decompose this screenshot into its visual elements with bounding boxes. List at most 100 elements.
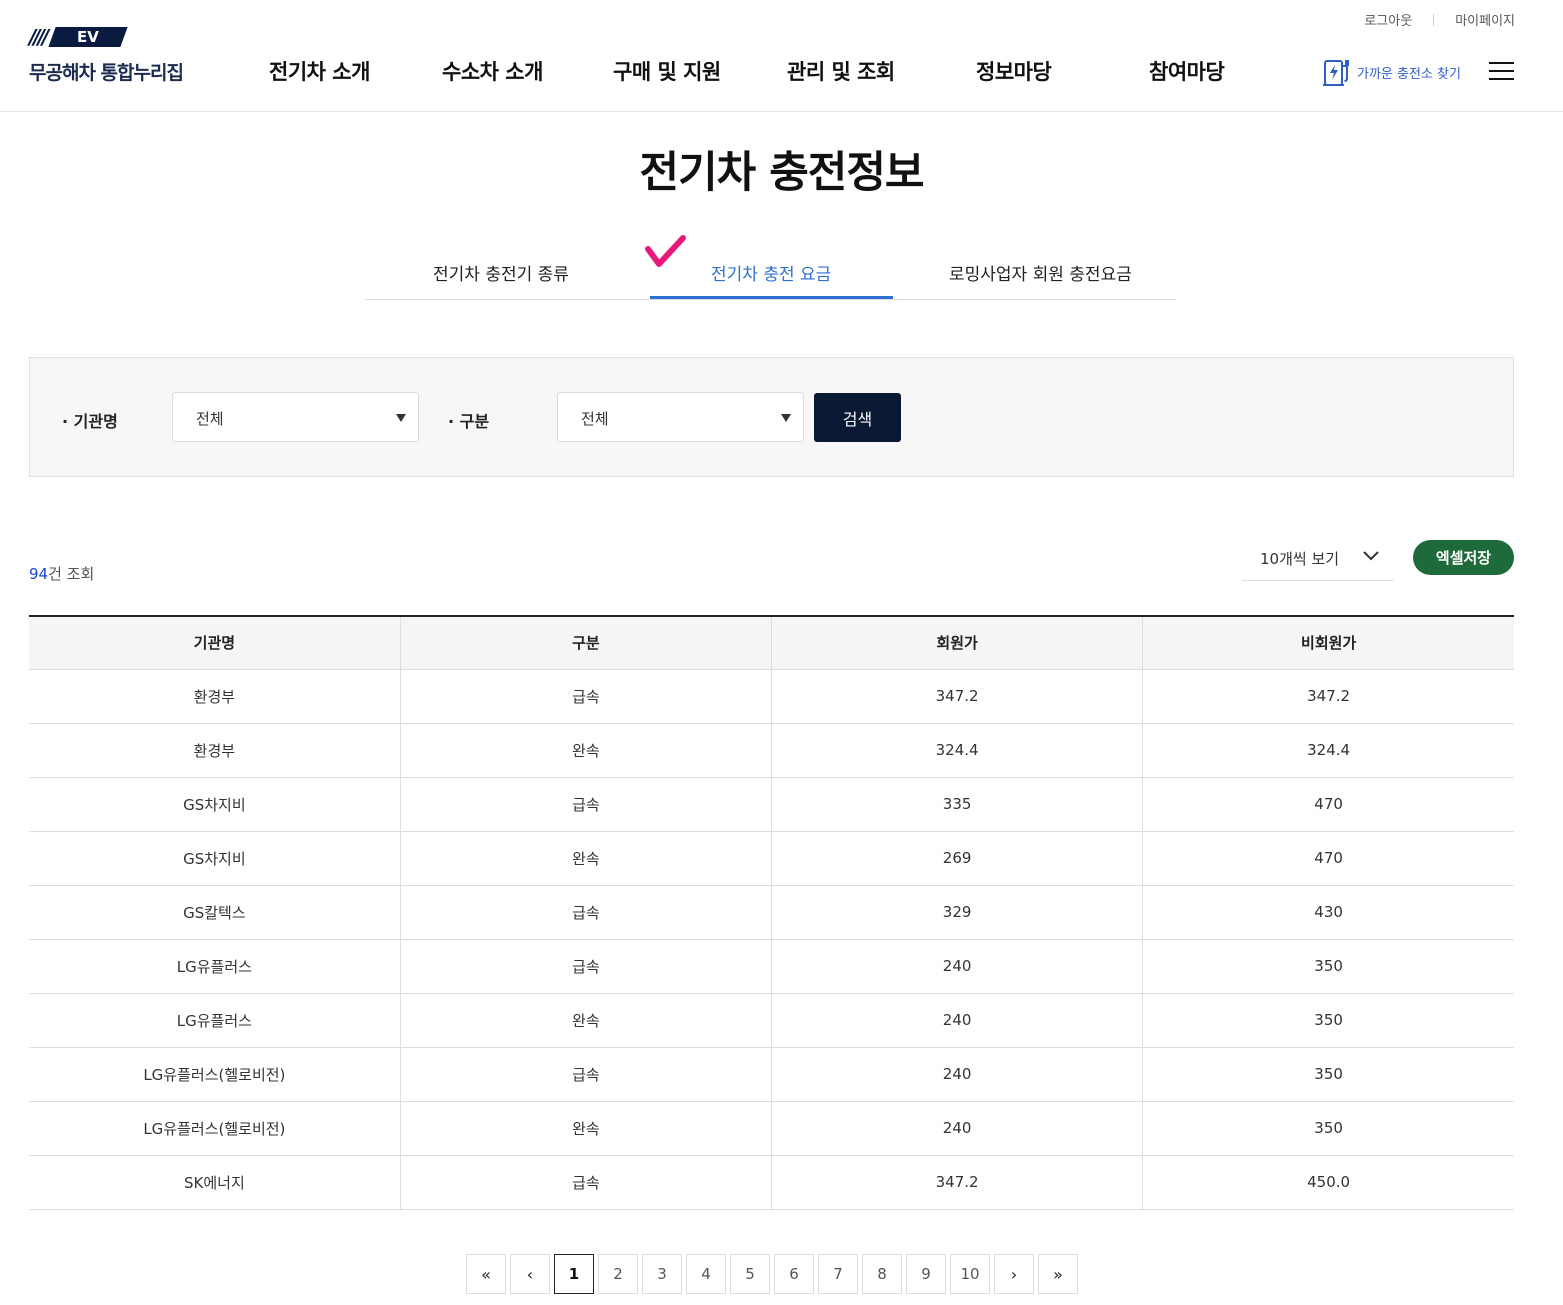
cell-org: GS차지비 — [29, 831, 401, 886]
page-button-8[interactable]: 8 — [862, 1254, 902, 1294]
mypage-link[interactable]: 마이페이지 — [1455, 10, 1515, 29]
chevron-down-icon — [1363, 551, 1379, 561]
active-tab-indicator — [650, 296, 893, 299]
nav-purchase-support[interactable]: 구매 및 지원 — [613, 56, 721, 86]
cell-type: 완속 — [400, 831, 773, 886]
tab-roaming-fees[interactable]: 로밍사업자 회원 충전요금 — [949, 260, 1132, 285]
cell-org: LG유플러스 — [29, 939, 401, 994]
logout-link[interactable]: 로그아웃 — [1364, 10, 1412, 29]
type-select[interactable]: 전체 — [557, 392, 804, 442]
table-row: LG유플러스 완속 240 350 — [29, 993, 1514, 1048]
tab-bar: 전기차 충전기 종류 전기차 충전 요금 로밍사업자 회원 충전요금 — [365, 250, 1176, 300]
search-button[interactable]: 검색 — [814, 393, 901, 442]
table-row: SK에너지 급속 347.2 450.0 — [29, 1155, 1514, 1210]
cell-org: GS칼텍스 — [29, 885, 401, 940]
nav-manage-search[interactable]: 관리 및 조회 — [787, 56, 895, 86]
org-label: · 기관명 — [62, 412, 118, 431]
cell-nonmember-price: 350 — [1142, 1101, 1514, 1156]
cell-org: GS차지비 — [29, 777, 401, 832]
page-button-3[interactable]: 3 — [642, 1254, 682, 1294]
cell-nonmember-price: 350 — [1142, 939, 1514, 994]
fee-table: 기관명 구분 회원가 비회원가 환경부 급속 347.2 347.2 환경부 완… — [29, 615, 1514, 1210]
result-count-suffix: 건 조회 — [48, 565, 95, 583]
page-button-1[interactable]: 1 — [554, 1254, 594, 1294]
tab-charger-types[interactable]: 전기차 충전기 종류 — [433, 260, 569, 285]
dropdown-arrow-icon — [396, 414, 406, 422]
cell-member-price: 240 — [771, 939, 1144, 994]
nav-info[interactable]: 정보마당 — [976, 56, 1052, 86]
pagination: « ‹ 1 2 3 4 5 6 7 8 9 10 › » — [466, 1254, 1082, 1294]
result-count-number: 94 — [29, 565, 49, 583]
table-header-row: 기관명 구분 회원가 비회원가 — [29, 616, 1514, 670]
cell-member-price: 329 — [771, 885, 1144, 940]
cell-member-price: 240 — [771, 993, 1144, 1048]
table-row: LG유플러스(헬로비전) 급속 240 350 — [29, 1047, 1514, 1102]
cell-type: 완속 — [400, 1101, 773, 1156]
divider — [1433, 13, 1435, 26]
cell-org: LG유플러스(헬로비전) — [29, 1047, 401, 1102]
cell-type: 완속 — [400, 993, 773, 1048]
cell-member-price: 324.4 — [771, 723, 1144, 778]
page-button-2[interactable]: 2 — [598, 1254, 638, 1294]
menu-icon[interactable] — [1489, 62, 1514, 80]
cell-member-price: 347.2 — [771, 1155, 1144, 1210]
excel-download-button[interactable]: 엑셀저장 — [1413, 540, 1514, 575]
cell-type: 급속 — [400, 1047, 773, 1102]
col-header-nonmember-price: 비회원가 — [1142, 616, 1514, 670]
cell-org: 환경부 — [29, 723, 401, 778]
per-page-select[interactable]: 10개씩 보기 — [1242, 536, 1393, 581]
cell-type: 급속 — [400, 939, 773, 994]
last-page-button[interactable]: » — [1038, 1254, 1078, 1294]
table-row: LG유플러스(헬로비전) 완속 240 350 — [29, 1101, 1514, 1156]
cell-nonmember-price: 324.4 — [1142, 723, 1514, 778]
cell-member-price: 269 — [771, 831, 1144, 886]
cell-member-price: 335 — [771, 777, 1144, 832]
logo-mark: //// EV — [29, 27, 219, 47]
page-button-5[interactable]: 5 — [730, 1254, 770, 1294]
page-button-7[interactable]: 7 — [818, 1254, 858, 1294]
cell-type: 완속 — [400, 723, 773, 778]
search-panel: · 기관명 전체 · 구분 전체 검색 — [29, 357, 1514, 477]
prev-page-button[interactable]: ‹ — [510, 1254, 550, 1294]
table-row: 환경부 급속 347.2 347.2 — [29, 669, 1514, 724]
per-page-value: 10개씩 보기 — [1260, 550, 1340, 568]
table-row: 환경부 완속 324.4 324.4 — [29, 723, 1514, 778]
cell-type: 급속 — [400, 777, 773, 832]
page-title: 전기차 충전정보 — [639, 148, 925, 198]
cell-org: SK에너지 — [29, 1155, 401, 1210]
cell-org: 환경부 — [29, 669, 401, 724]
nav-hydrogen-intro[interactable]: 수소차 소개 — [442, 56, 543, 86]
nav-ev-intro[interactable]: 전기차 소개 — [269, 56, 370, 86]
org-select-value: 전체 — [196, 410, 224, 428]
cell-nonmember-price: 347.2 — [1142, 669, 1514, 724]
table-row: GS칼텍스 급속 329 430 — [29, 885, 1514, 940]
page-button-10[interactable]: 10 — [950, 1254, 990, 1294]
nav-participation[interactable]: 참여마당 — [1149, 56, 1225, 86]
cell-member-price: 240 — [771, 1047, 1144, 1102]
result-count: 94건 조회 — [29, 563, 94, 584]
logo-ev-text: EV — [77, 28, 100, 46]
col-header-member-price: 회원가 — [771, 616, 1144, 670]
tab-charging-fees[interactable]: 전기차 충전 요금 — [711, 260, 831, 285]
cell-type: 급속 — [400, 885, 773, 940]
cell-nonmember-price: 470 — [1142, 777, 1514, 832]
page-button-6[interactable]: 6 — [774, 1254, 814, 1294]
table-row: GS차지비 완속 269 470 — [29, 831, 1514, 886]
cell-type: 급속 — [400, 1155, 773, 1210]
cell-nonmember-price: 350 — [1142, 1047, 1514, 1102]
org-select[interactable]: 전체 — [172, 392, 419, 442]
page-button-4[interactable]: 4 — [686, 1254, 726, 1294]
type-label: · 구분 — [448, 412, 490, 431]
near-station-link[interactable]: 가까운 충전소 찾기 — [1322, 56, 1461, 88]
page-button-9[interactable]: 9 — [906, 1254, 946, 1294]
dropdown-arrow-icon — [781, 414, 791, 422]
logo-stripes-icon: //// — [29, 25, 49, 49]
col-header-type: 구분 — [400, 616, 773, 670]
logo-ev-badge: EV — [48, 27, 128, 47]
first-page-button[interactable]: « — [466, 1254, 506, 1294]
cell-type: 급속 — [400, 669, 773, 724]
cell-nonmember-price: 470 — [1142, 831, 1514, 886]
charger-icon — [1323, 60, 1349, 86]
cell-member-price: 240 — [771, 1101, 1144, 1156]
next-page-button[interactable]: › — [994, 1254, 1034, 1294]
